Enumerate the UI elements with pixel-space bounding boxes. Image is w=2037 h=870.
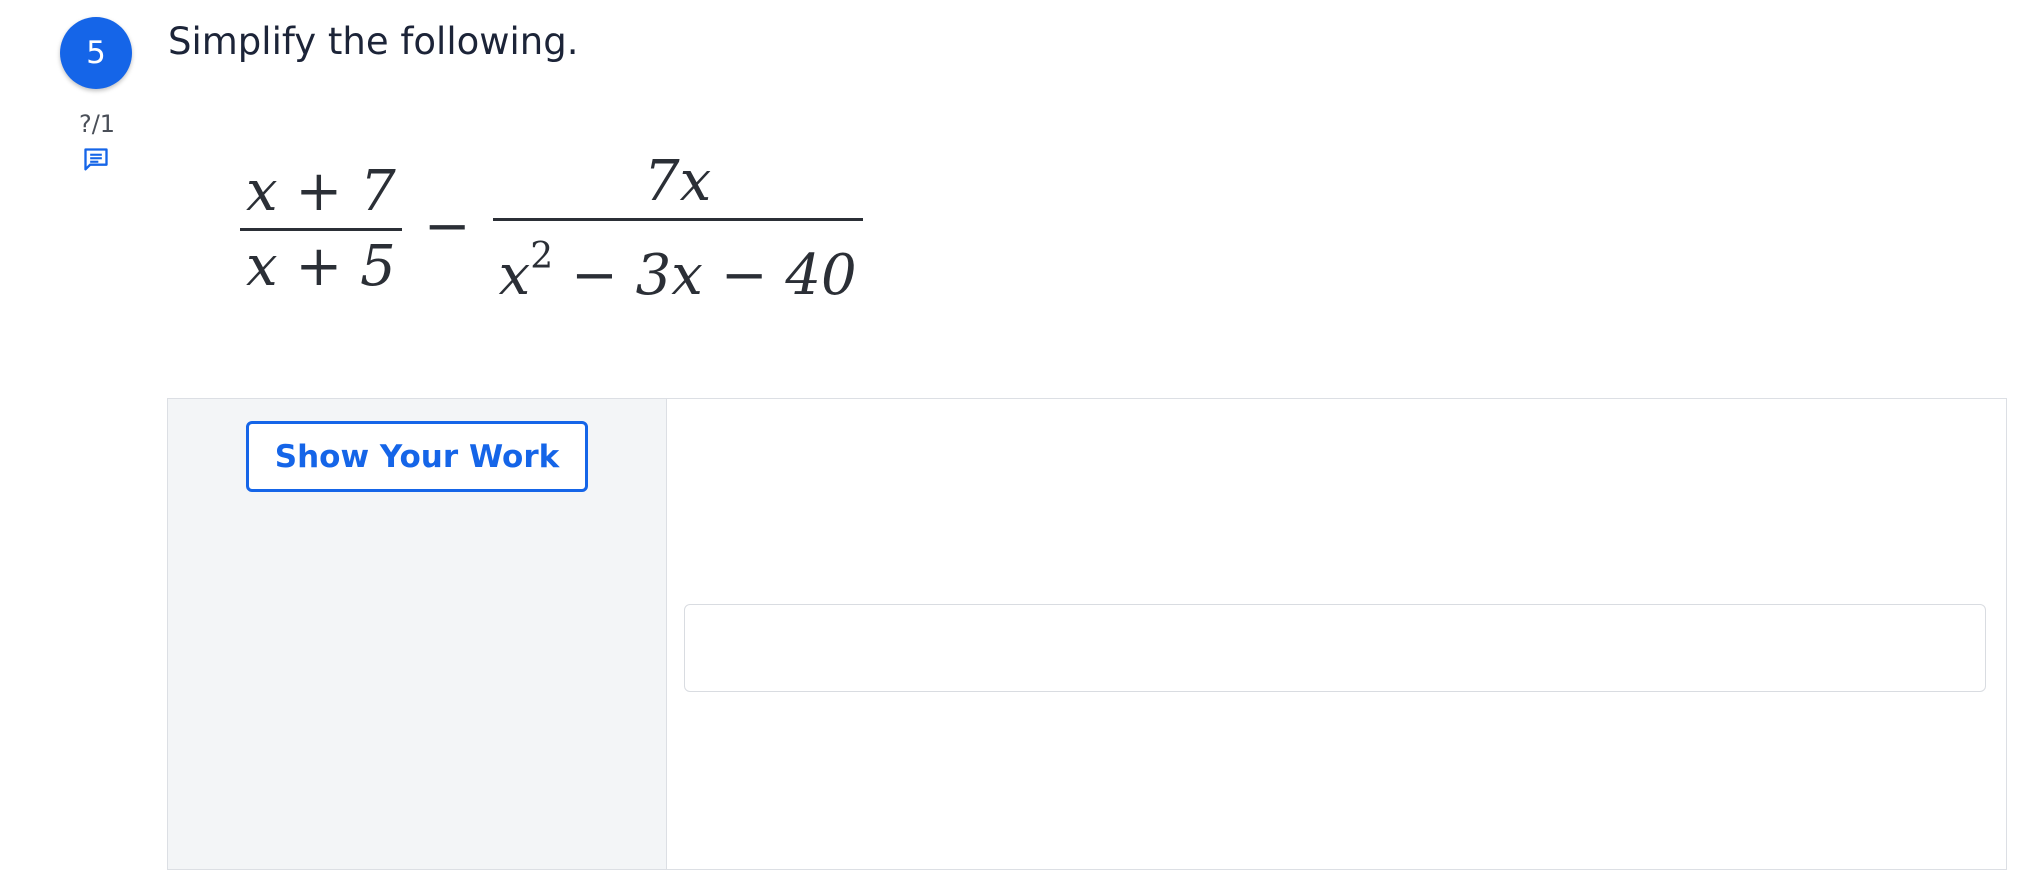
fraction-2-numerator: 7x xyxy=(644,149,712,214)
fraction-1-denominator: x + 5 xyxy=(246,233,396,299)
math-expression: x + 7 x + 5 − 7x x2 − 3x − 40 xyxy=(240,146,863,312)
work-side-panel: Show Your Work xyxy=(168,399,667,869)
minus-operator: − xyxy=(423,193,471,259)
fraction-1-numerator: x + 7 xyxy=(246,158,396,224)
denominator-exponent: 2 xyxy=(530,236,554,277)
work-area: Show Your Work xyxy=(167,398,2007,870)
fraction-2-denominator: x2 − 3x − 40 xyxy=(493,221,863,312)
denominator-base: x xyxy=(498,243,531,308)
fraction-1: x + 7 x + 5 xyxy=(240,156,402,303)
question-number-badge: 5 xyxy=(60,17,132,89)
question-score: ?/1 xyxy=(78,110,116,138)
denominator-rest: − 3x − 40 xyxy=(553,243,857,308)
question-prompt: Simplify the following. xyxy=(168,20,579,63)
show-your-work-button[interactable]: Show Your Work xyxy=(246,421,588,492)
comment-icon[interactable] xyxy=(82,146,110,174)
answer-input[interactable] xyxy=(684,604,1986,692)
fraction-2: 7x x2 − 3x − 40 xyxy=(492,146,863,312)
